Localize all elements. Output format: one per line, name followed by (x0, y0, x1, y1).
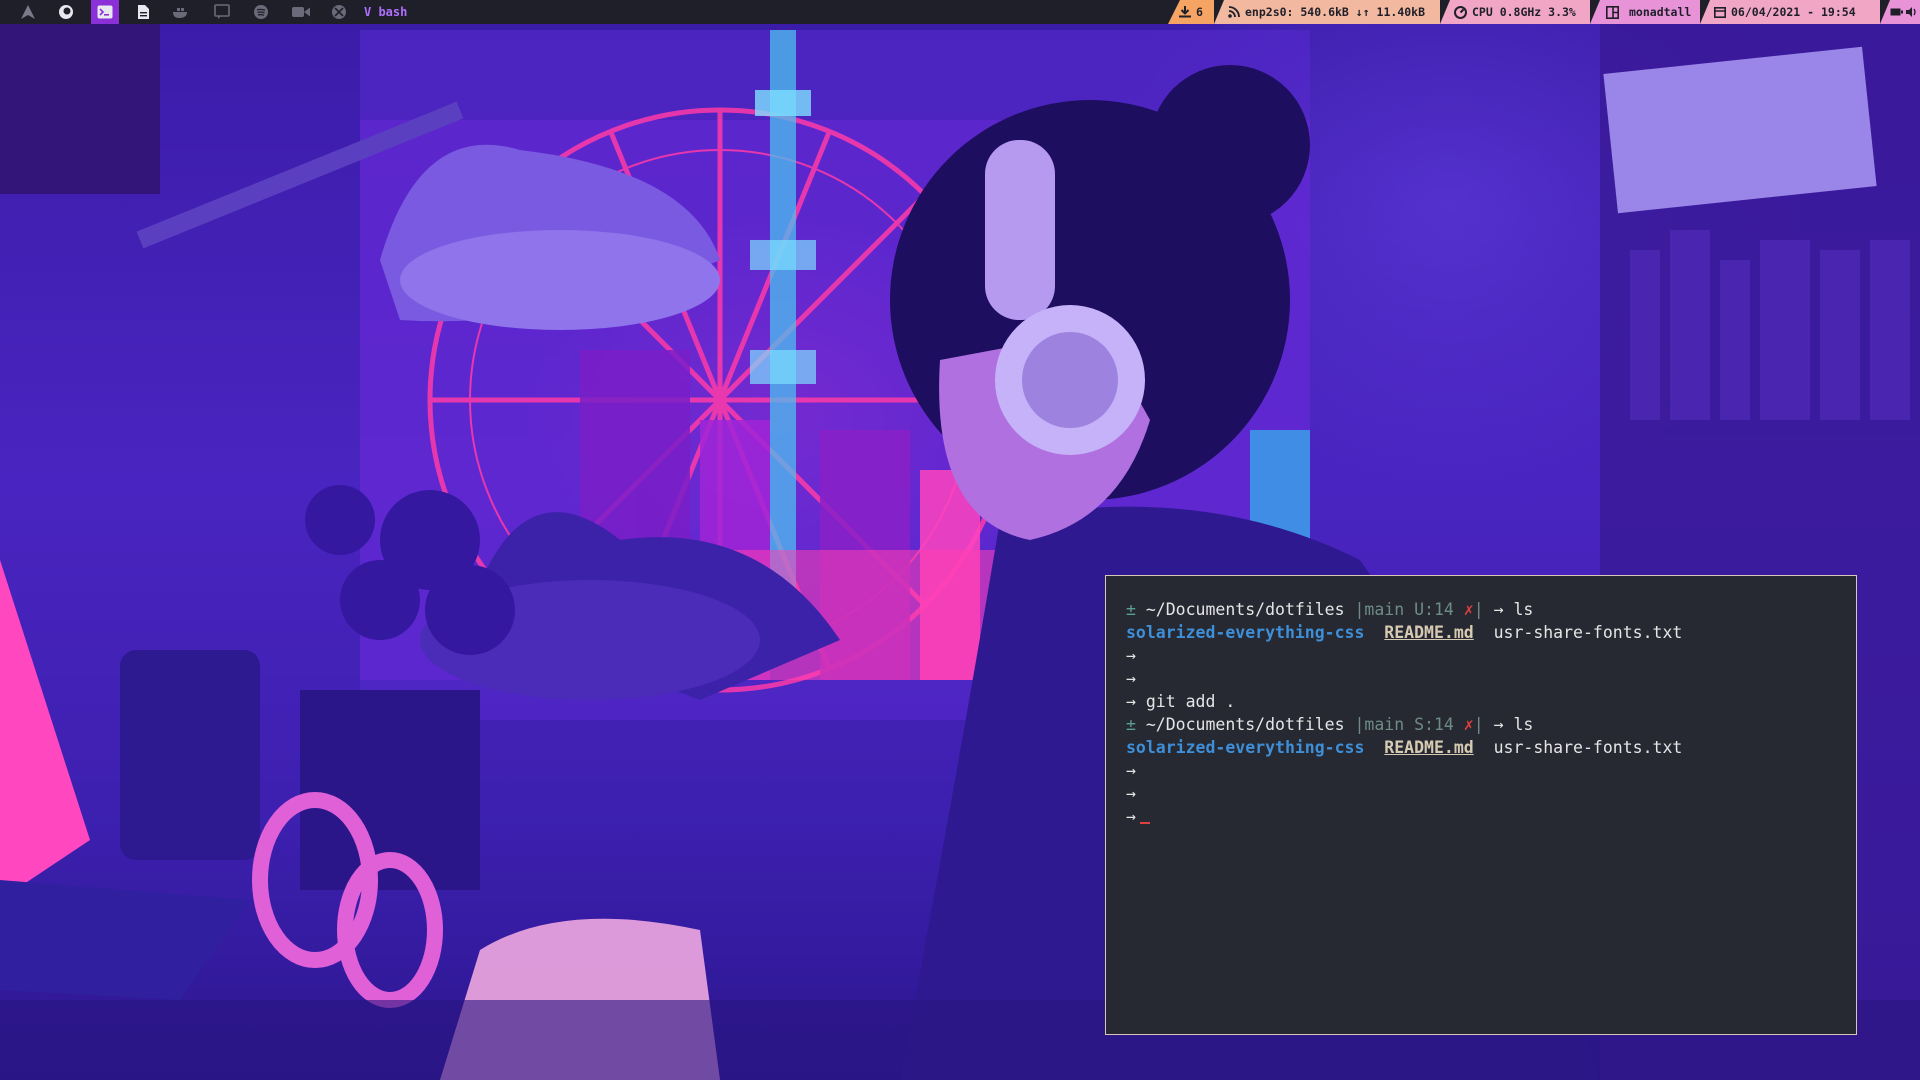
updates-count: 6 (1196, 5, 1203, 19)
command-text: git add . (1145, 692, 1236, 711)
ls-output: solarized-everything-css README.md usr-s… (1126, 621, 1682, 644)
active-prompt[interactable]: → (1126, 805, 1682, 828)
git-status-symbol: ± (1126, 715, 1136, 734)
command-text: ls (1513, 715, 1534, 734)
cwd-path: ~/Documents/dotfiles (1145, 715, 1345, 734)
git-status-symbol: ± (1126, 600, 1136, 619)
layout-name: monadtall (1629, 5, 1692, 19)
battery-icon (1890, 8, 1903, 16)
active-window-title: V bash (364, 5, 408, 19)
text-cursor (1139, 822, 1150, 824)
prompt-line: → git add . (1126, 690, 1682, 713)
terminal-icon[interactable] (91, 0, 119, 24)
network-text: enp2s0: 540.6kB ↓↑ 11.40kB (1245, 5, 1426, 19)
empty-prompt: → (1126, 669, 1136, 688)
command-text: ls (1513, 600, 1534, 619)
prompt-arrow: → (1493, 715, 1504, 734)
ls-output: solarized-everything-css README.md usr-s… (1126, 736, 1682, 759)
arch-icon[interactable] (14, 0, 42, 24)
terminal-window[interactable]: ± ~/Documents/dotfiles |main U:14 ✗| → l… (1105, 575, 1857, 1035)
file-entry: README.md (1384, 738, 1474, 757)
cpu-gauge-icon (1454, 5, 1467, 19)
layout-icon (1606, 5, 1619, 19)
prompt-line: ± ~/Documents/dotfiles |main S:14 ✗| → l… (1126, 713, 1682, 736)
prompt-arrow: → (1126, 692, 1136, 711)
steam-icon[interactable] (325, 0, 353, 24)
volume-icon (1905, 7, 1917, 17)
cpu-widget[interactable]: CPU 0.8GHz 3.3% (1440, 0, 1590, 24)
docker-icon[interactable] (167, 0, 195, 24)
clock-widget[interactable]: 06/04/2021 - 19:54 (1700, 0, 1880, 24)
layout-widget[interactable]: monadtall (1590, 0, 1700, 24)
video-icon[interactable] (287, 0, 315, 24)
dir-entry: solarized-everything-css (1126, 738, 1365, 757)
document-icon[interactable] (129, 0, 157, 24)
file-entry: usr-share-fonts.txt (1493, 738, 1683, 757)
prompt-separator: | (1473, 715, 1484, 734)
spotify-icon[interactable] (247, 0, 275, 24)
prompt-arrow: → (1493, 600, 1504, 619)
prompt-separator: | (1473, 600, 1484, 619)
chat-icon[interactable] (208, 0, 236, 24)
prompt-arrow: → (1126, 807, 1136, 826)
terminal-output: ± ~/Documents/dotfiles |main U:14 ✗| → l… (1126, 598, 1682, 828)
network-widget[interactable]: enp2s0: 540.6kB ↓↑ 11.40kB (1214, 0, 1440, 24)
firefox-icon[interactable] (52, 0, 80, 24)
rss-icon (1228, 6, 1240, 18)
top-status-bar: V bash 6 enp2s0: 540.6kB ↓↑ 11.40kB CPU … (0, 0, 1920, 24)
dirty-mark: ✗ (1463, 600, 1474, 619)
empty-prompt: → (1126, 761, 1136, 780)
empty-prompt: → (1126, 784, 1136, 803)
empty-prompt: → (1126, 646, 1136, 665)
file-entry: README.md (1384, 623, 1474, 642)
file-entry: usr-share-fonts.txt (1493, 623, 1683, 642)
prompt-line: ± ~/Documents/dotfiles |main U:14 ✗| → l… (1126, 598, 1682, 621)
cpu-text: CPU 0.8GHz 3.3% (1472, 5, 1576, 19)
calendar-icon (1714, 6, 1726, 18)
download-icon (1179, 6, 1192, 18)
dirty-mark: ✗ (1463, 715, 1474, 734)
updates-widget[interactable]: 6 (1168, 0, 1214, 24)
cwd-path: ~/Documents/dotfiles (1145, 600, 1345, 619)
system-tray[interactable] (1880, 0, 1920, 24)
dir-entry: solarized-everything-css (1126, 623, 1365, 642)
git-branch: |main S:14 (1354, 715, 1454, 734)
clock-text: 06/04/2021 - 19:54 (1731, 5, 1856, 19)
git-branch: |main U:14 (1354, 600, 1454, 619)
